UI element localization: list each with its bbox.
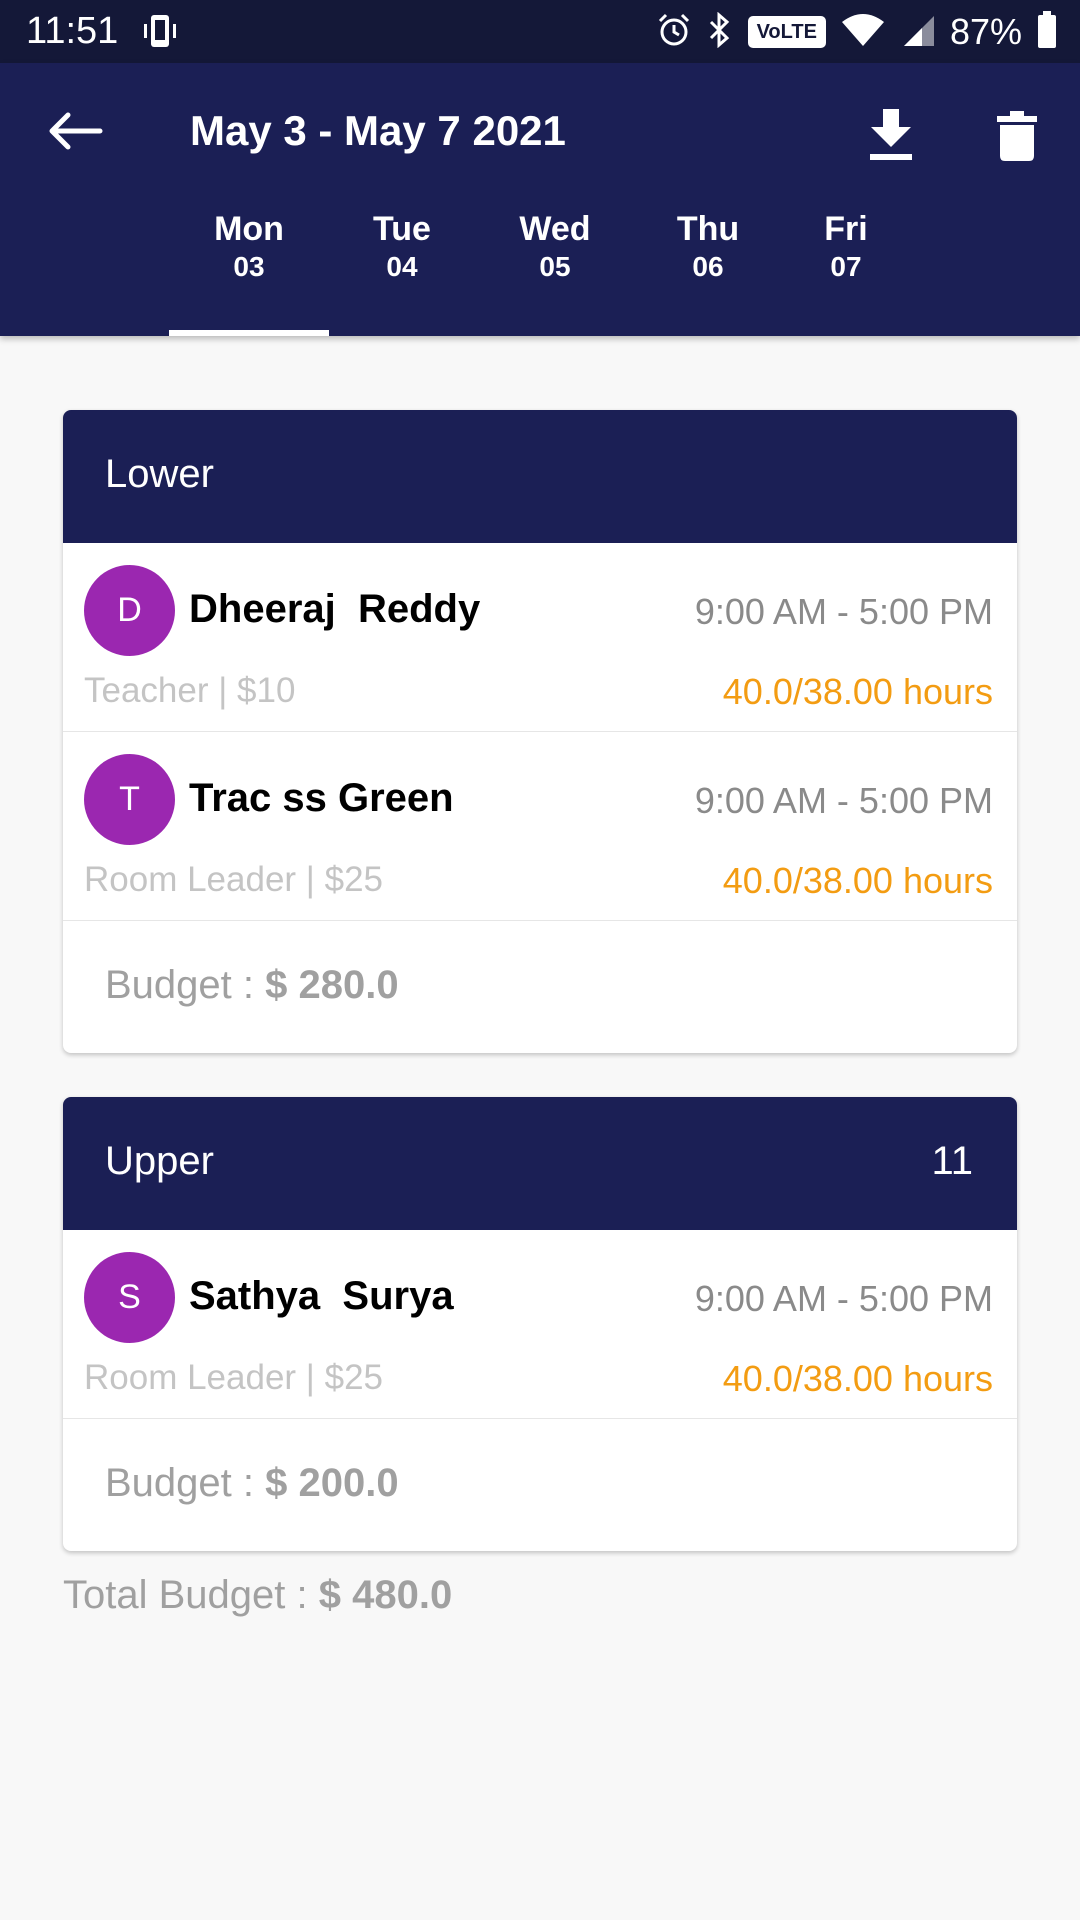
- trash-icon: [997, 111, 1037, 161]
- tab-day-date: 07: [830, 251, 862, 282]
- avatar: S: [84, 1252, 175, 1343]
- room-card-lower: Lower D Dheeraj Reddy 9:00 AM - 5:00 PM …: [63, 410, 1017, 1053]
- tab-day-name: Thu: [676, 210, 740, 248]
- battery-percent: 87%: [949, 11, 1022, 52]
- tab-day-date: 03: [233, 251, 265, 282]
- download-button[interactable]: [866, 109, 916, 161]
- status-bar: 11:51 VoLTE 87%: [0, 0, 1080, 63]
- avatar: T: [84, 754, 175, 845]
- day-tabs: Mon 03 Tue 04 Wed 05 Thu 06 Fri 07: [0, 209, 1080, 336]
- volte-badge: VoLTE: [747, 16, 826, 48]
- staff-name: Dheeraj Reddy: [189, 587, 481, 631]
- shift-time: 9:00 AM - 5:00 PM: [694, 1278, 993, 1319]
- total-budget-value: $ 480.0: [318, 1573, 453, 1617]
- avatar: D: [84, 565, 175, 656]
- tab-day-date: 04: [386, 251, 418, 282]
- total-budget-label: Total Budget :: [63, 1573, 319, 1617]
- room-header[interactable]: Lower: [63, 410, 1017, 543]
- tab-day-date: 05: [539, 251, 571, 282]
- staff-hours: 40.0/38.00 hours: [722, 671, 993, 712]
- tab-day-name: Wed: [519, 210, 591, 248]
- tab-day-date: 06: [692, 251, 724, 282]
- room-name: Upper: [105, 1139, 214, 1183]
- budget-label: Budget :: [105, 1461, 266, 1505]
- room-count: 11: [931, 1139, 973, 1183]
- page-title: May 3 - May 7 2021: [190, 107, 566, 154]
- shift-time: 9:00 AM - 5:00 PM: [694, 591, 993, 632]
- staff-hours: 40.0/38.00 hours: [722, 1358, 993, 1399]
- tab-thu[interactable]: Thu 06: [628, 209, 788, 285]
- tab-mon[interactable]: Mon 03: [169, 209, 329, 285]
- room-card-upper: Upper 11 S Sathya Surya 9:00 AM - 5:00 P…: [63, 1097, 1017, 1551]
- room-name: Lower: [105, 452, 214, 496]
- tab-tue[interactable]: Tue 04: [322, 209, 482, 285]
- delete-button[interactable]: [996, 111, 1038, 161]
- tab-wed[interactable]: Wed 05: [475, 209, 635, 285]
- staff-row[interactable]: D Dheeraj Reddy 9:00 AM - 5:00 PM Teache…: [63, 543, 1017, 732]
- staff-row[interactable]: S Sathya Surya 9:00 AM - 5:00 PM Room Le…: [63, 1230, 1017, 1419]
- tab-day-name: Tue: [373, 210, 431, 248]
- staff-role-rate: Room Leader | $25: [84, 1358, 384, 1397]
- room-budget: Budget : $ 200.0: [63, 1419, 1017, 1551]
- shift-time: 9:00 AM - 5:00 PM: [694, 780, 993, 821]
- wifi-icon: [840, 12, 886, 53]
- staff-hours: 40.0/38.00 hours: [722, 860, 993, 901]
- budget-label: Budget :: [105, 963, 266, 1007]
- staff-name: Trac ss Green: [189, 776, 454, 820]
- selected-tab-indicator: [169, 330, 329, 336]
- tab-day-name: Fri: [824, 210, 868, 248]
- bluetooth-icon: [706, 11, 734, 53]
- staff-role-rate: Teacher | $10: [84, 671, 296, 710]
- staff-role-rate: Room Leader | $25: [84, 860, 384, 899]
- tab-day-name: Mon: [214, 210, 284, 248]
- staff-row[interactable]: T Trac ss Green 9:00 AM - 5:00 PM Room L…: [63, 732, 1017, 921]
- total-budget: Total Budget : $ 480.0: [63, 1573, 452, 1618]
- status-time: 11:51: [26, 10, 119, 52]
- budget-value: $ 280.0: [265, 963, 399, 1007]
- budget-value: $ 200.0: [265, 1461, 399, 1505]
- download-icon: [870, 109, 912, 160]
- phone-vibrate-icon: [140, 12, 180, 57]
- signal-icon: [900, 12, 936, 53]
- back-button[interactable]: [44, 111, 104, 151]
- alarm-icon: [656, 12, 692, 53]
- staff-name: Sathya Surya: [189, 1274, 454, 1318]
- arrow-left-icon: [49, 112, 103, 150]
- app-header: May 3 - May 7 2021 Mon 03 Tue 04 Wed 05 …: [0, 63, 1080, 336]
- tab-fri[interactable]: Fri 07: [766, 209, 926, 285]
- battery-icon: [1036, 10, 1058, 55]
- room-budget: Budget : $ 280.0: [63, 921, 1017, 1053]
- room-header[interactable]: Upper 11: [63, 1097, 1017, 1230]
